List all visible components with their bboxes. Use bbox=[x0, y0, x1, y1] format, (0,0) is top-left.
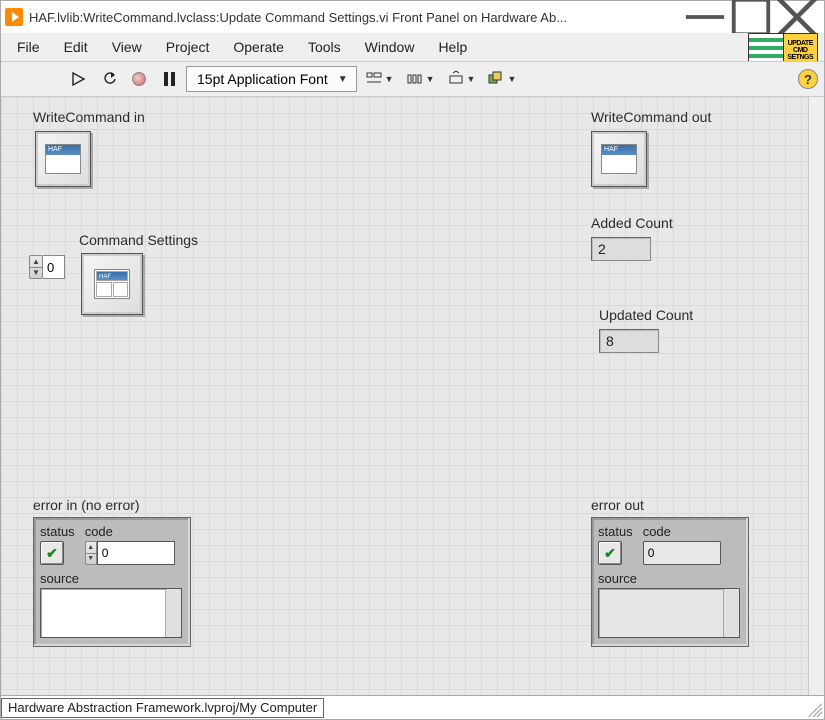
status-bar-text: Hardware Abstraction Framework.lvproj/My… bbox=[1, 698, 324, 718]
menu-file[interactable]: File bbox=[7, 37, 50, 57]
menu-view[interactable]: View bbox=[102, 37, 152, 57]
writecommand-out-indicator[interactable]: HAF bbox=[591, 131, 647, 187]
font-selector-label: 15pt Application Font bbox=[197, 71, 328, 87]
error-in-code-label: code bbox=[85, 524, 175, 539]
error-out-source bbox=[598, 588, 740, 638]
status-bar: Hardware Abstraction Framework.lvproj/My… bbox=[1, 695, 824, 719]
error-in-cluster[interactable]: status ✔ code ▲▼ source bbox=[33, 517, 191, 647]
menu-window[interactable]: Window bbox=[355, 37, 425, 57]
writecommand-in-label: WriteCommand in bbox=[33, 109, 145, 125]
menu-bar: File Edit View Project Operate Tools Win… bbox=[1, 33, 824, 61]
error-in-source-label: source bbox=[40, 571, 184, 586]
command-settings-control[interactable]: HAF bbox=[81, 253, 143, 315]
close-button[interactable] bbox=[774, 1, 820, 33]
command-settings-index-value[interactable] bbox=[43, 255, 65, 279]
error-in-source[interactable] bbox=[40, 588, 182, 638]
reorder-menu[interactable]: ▼ bbox=[483, 66, 520, 92]
vertical-scrollbar[interactable] bbox=[808, 97, 824, 695]
window-root: HAF.lvlib:WriteCommand.lvclass:Update Co… bbox=[0, 0, 825, 720]
title-bar: HAF.lvlib:WriteCommand.lvclass:Update Co… bbox=[1, 1, 824, 33]
updated-count-label: Updated Count bbox=[599, 307, 693, 323]
error-out-code-value bbox=[643, 541, 721, 565]
error-out-status-label: status bbox=[598, 524, 633, 539]
writecommand-in-control[interactable]: HAF bbox=[35, 131, 91, 187]
error-in-status[interactable]: ✔ bbox=[40, 541, 64, 565]
error-in-code-spinner[interactable]: ▲▼ bbox=[85, 541, 97, 565]
window-title: HAF.lvlib:WriteCommand.lvclass:Update Co… bbox=[29, 10, 682, 25]
command-settings-label: Command Settings bbox=[79, 232, 198, 248]
front-panel[interactable]: WriteCommand in HAF Command Settings ▲▼ … bbox=[1, 97, 824, 695]
error-out-label: error out bbox=[591, 497, 644, 513]
writecommand-out-label: WriteCommand out bbox=[591, 109, 711, 125]
app-icon bbox=[5, 8, 23, 26]
maximize-button[interactable] bbox=[728, 1, 774, 33]
pause-button[interactable] bbox=[156, 66, 182, 92]
menu-help[interactable]: Help bbox=[428, 37, 477, 57]
run-button[interactable] bbox=[66, 66, 92, 92]
toolbar: 15pt Application Font ▼ ▼ ▼ ▼ ▼ ? bbox=[1, 61, 824, 97]
error-in-label: error in (no error) bbox=[33, 497, 140, 513]
minimize-button[interactable] bbox=[682, 1, 728, 33]
resize-menu[interactable]: ▼ bbox=[443, 66, 480, 92]
error-out-status: ✔ bbox=[598, 541, 622, 565]
align-menu[interactable]: ▼ bbox=[361, 66, 398, 92]
added-count-label: Added Count bbox=[591, 215, 673, 231]
menu-edit[interactable]: Edit bbox=[54, 37, 98, 57]
command-settings-index[interactable]: ▲▼ bbox=[29, 255, 65, 279]
chevron-down-icon: ▼ bbox=[338, 74, 348, 85]
resize-grip[interactable] bbox=[808, 703, 822, 717]
window-controls bbox=[682, 1, 820, 33]
font-selector[interactable]: 15pt Application Font ▼ bbox=[186, 66, 357, 92]
menu-tools[interactable]: Tools bbox=[298, 37, 351, 57]
added-count-indicator: 2 bbox=[591, 237, 651, 261]
updated-count-indicator: 8 bbox=[599, 329, 659, 353]
distribute-menu[interactable]: ▼ bbox=[402, 66, 439, 92]
error-out-code-label: code bbox=[643, 524, 721, 539]
error-out-source-label: source bbox=[598, 571, 742, 586]
run-continuous-button[interactable] bbox=[96, 66, 122, 92]
error-out-cluster: status ✔ code source bbox=[591, 517, 749, 647]
menu-operate[interactable]: Operate bbox=[223, 37, 294, 57]
help-button[interactable]: ? bbox=[798, 69, 818, 89]
abort-button[interactable] bbox=[126, 66, 152, 92]
error-in-status-label: status bbox=[40, 524, 75, 539]
menu-project[interactable]: Project bbox=[156, 37, 220, 57]
error-in-code-value[interactable] bbox=[97, 541, 175, 565]
